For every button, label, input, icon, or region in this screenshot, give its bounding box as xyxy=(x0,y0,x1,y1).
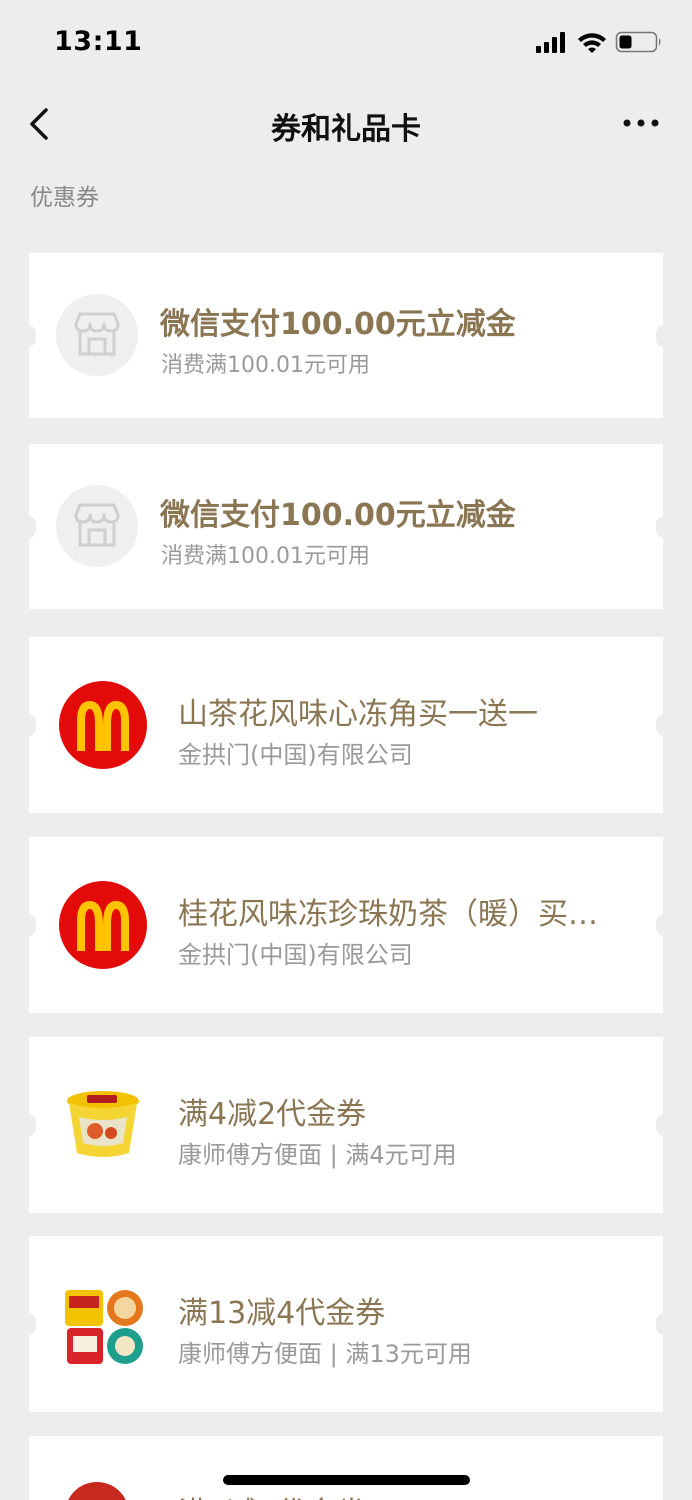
card-notch xyxy=(656,914,672,936)
page-title: 券和礼品卡 xyxy=(271,112,421,147)
coupon-card[interactable]: 满9减3代金券 xyxy=(29,1436,663,1500)
coupon-card[interactable]: 满13减4代金券 康师傅方便面 | 满13元可用 xyxy=(20,1236,672,1412)
coupon-title: 满4减2代金券 xyxy=(178,1097,367,1132)
status-time: 13:11 xyxy=(54,26,143,57)
mcdonalds-logo xyxy=(59,681,147,769)
home-indicator xyxy=(223,1475,470,1485)
status-bar: 13:11 xyxy=(0,0,692,84)
card-notch xyxy=(20,324,36,347)
signal-icon xyxy=(536,32,565,53)
wifi-icon xyxy=(578,33,606,53)
coupon-title: 满9减3代金券 xyxy=(178,1488,623,1500)
mcdonalds-logo xyxy=(59,881,147,969)
store-icon xyxy=(56,485,138,567)
coupon-card[interactable]: 桂花风味冻珍珠奶茶（暖）买一送一 金拱门(中国)有限公司 xyxy=(20,837,672,1013)
coupon-title: 微信支付100.00元立减金 xyxy=(160,307,516,342)
more-dots-icon xyxy=(623,119,659,127)
coupon-subtitle: 消费满100.01元可用 xyxy=(161,353,370,378)
coupon-card[interactable]: 满4减2代金券 康师傅方便面 | 满4元可用 xyxy=(20,1037,672,1213)
status-icons xyxy=(536,30,666,54)
more-button[interactable] xyxy=(622,106,662,140)
section-title: 优惠券 xyxy=(30,185,99,211)
coupon-subtitle: 金拱门(中国)有限公司 xyxy=(178,941,413,969)
noodle-image xyxy=(65,1482,129,1500)
card-notch xyxy=(20,1313,36,1335)
coupon-title: 桂花风味冻珍珠奶茶（暖）买一送一 xyxy=(178,897,623,932)
card-notch xyxy=(656,714,672,736)
coupon-title: 山茶花风味心冻角买一送一 xyxy=(178,697,538,732)
coupon-card[interactable]: 山茶花风味心冻角买一送一 金拱门(中国)有限公司 xyxy=(20,637,672,813)
card-notch xyxy=(656,1114,672,1136)
card-notch xyxy=(656,324,672,347)
coupon-title: 满13减4代金券 xyxy=(178,1296,386,1331)
card-notch xyxy=(20,914,36,936)
card-notch xyxy=(20,714,36,736)
card-notch xyxy=(20,515,36,538)
card-notch xyxy=(20,1114,36,1136)
coupon-subtitle: 康师傅方便面 | 满13元可用 xyxy=(178,1340,472,1368)
battery-icon xyxy=(615,31,661,53)
card-notch xyxy=(656,1313,672,1335)
nav-bar: 券和礼品卡 xyxy=(0,84,692,164)
store-icon xyxy=(56,294,138,376)
card-notch xyxy=(656,515,672,538)
coupon-subtitle: 康师傅方便面 | 满4元可用 xyxy=(178,1141,457,1169)
coupon-title: 微信支付100.00元立减金 xyxy=(160,498,516,533)
noodle-packs-image xyxy=(63,1284,147,1368)
coupon-card[interactable]: 微信支付100.00元立减金 消费满100.01元可用 xyxy=(20,253,672,418)
coupon-subtitle: 金拱门(中国)有限公司 xyxy=(178,741,413,769)
coupon-card[interactable]: 微信支付100.00元立减金 消费满100.01元可用 xyxy=(20,444,672,609)
coupon-subtitle: 消费满100.01元可用 xyxy=(161,544,370,569)
noodle-cup-image xyxy=(65,1087,141,1163)
